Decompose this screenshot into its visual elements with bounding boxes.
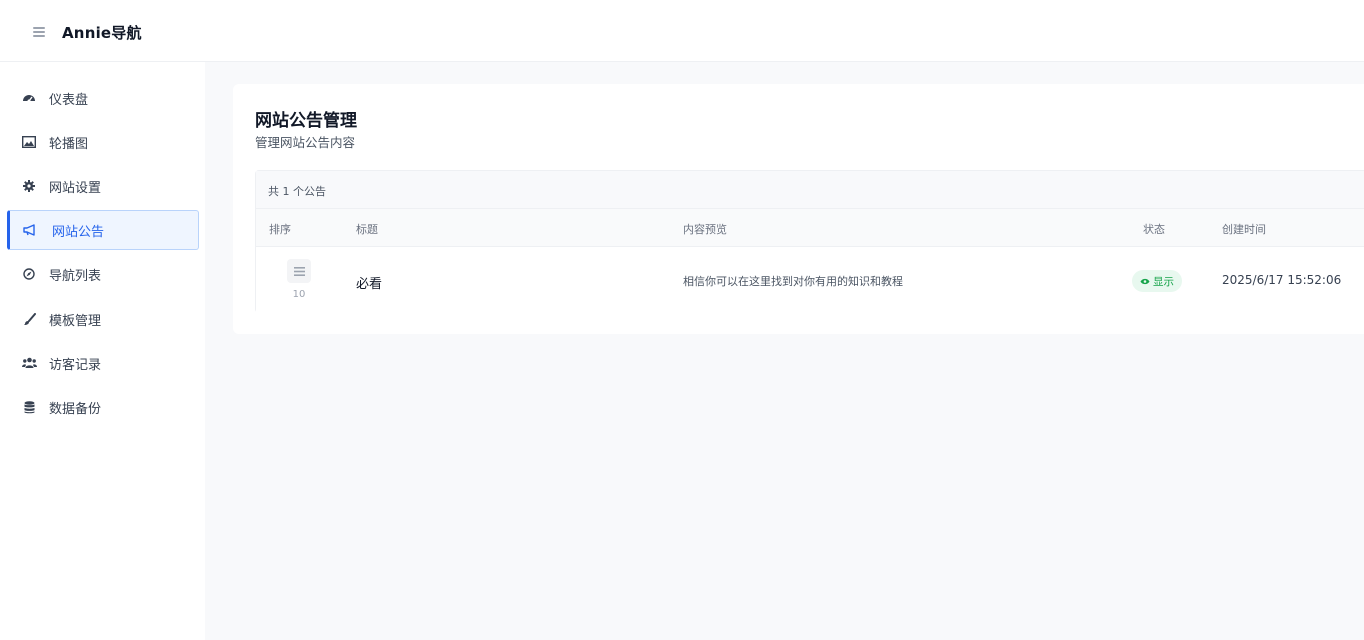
- eye-icon: [1140, 278, 1150, 284]
- sidebar-item-label: 模板管理: [49, 313, 102, 329]
- row-order: 10: [292, 289, 306, 300]
- main-content: 网站公告管理 管理网站公告内容 共 1 个公告 排序 标题 内容预览 状态 创建…: [205, 62, 1364, 640]
- sidebar-item-label: 网站设置: [49, 180, 102, 196]
- image-icon: [21, 134, 37, 150]
- sidebar: 仪表盘 轮播图 网站设置 网站公告 导航列表 模板管理 访客记录 数据备份: [0, 62, 205, 640]
- page-subtitle: 管理网站公告内容: [255, 135, 356, 150]
- row-created-time: 2025/6/17 15:52:06: [1222, 273, 1342, 287]
- sidebar-item-templates[interactable]: 模板管理: [7, 299, 199, 339]
- hamburger-menu-icon[interactable]: [33, 27, 45, 37]
- sidebar-item-label: 轮播图: [49, 136, 89, 152]
- gear-icon: [21, 178, 37, 194]
- page-title: 网站公告管理: [255, 111, 357, 131]
- row-preview: 相信你可以在这里找到对你有用的知识和教程: [683, 275, 903, 288]
- drag-handle-icon[interactable]: [287, 259, 311, 283]
- sidebar-item-label: 网站公告: [52, 224, 105, 240]
- table-header: 排序 标题 内容预览 状态 创建时间: [256, 209, 1364, 247]
- users-icon: [21, 355, 37, 371]
- table-count-bar: 共 1 个公告: [256, 171, 1364, 209]
- sidebar-item-backup[interactable]: 数据备份: [7, 387, 199, 427]
- sidebar-item-announcements[interactable]: 网站公告: [7, 210, 199, 250]
- column-header-preview: 内容预览: [683, 223, 727, 236]
- sidebar-item-carousel[interactable]: 轮播图: [7, 122, 199, 162]
- status-badge[interactable]: 显示: [1132, 270, 1182, 292]
- sidebar-item-site-settings[interactable]: 网站设置: [7, 166, 199, 206]
- announcement-table: 共 1 个公告 排序 标题 内容预览 状态 创建时间 10 必看 相信你可以在这…: [255, 170, 1364, 313]
- sidebar-item-visitors[interactable]: 访客记录: [7, 343, 199, 383]
- column-header-order: 排序: [269, 223, 291, 236]
- announcement-count: 共 1 个公告: [268, 185, 326, 198]
- row-title: 必看: [356, 277, 383, 292]
- dashboard-icon: [21, 90, 37, 106]
- megaphone-icon: [22, 222, 38, 238]
- sidebar-item-label: 仪表盘: [49, 92, 89, 108]
- sidebar-item-dashboard[interactable]: 仪表盘: [7, 78, 199, 118]
- column-header-created: 创建时间: [1222, 223, 1266, 236]
- sidebar-item-label: 访客记录: [49, 357, 102, 373]
- status-label: 显示: [1153, 275, 1174, 288]
- column-header-title: 标题: [356, 223, 378, 236]
- sidebar-item-nav-list[interactable]: 导航列表: [7, 254, 199, 294]
- sidebar-item-label: 数据备份: [49, 401, 102, 417]
- brush-icon: [21, 311, 37, 327]
- table-row[interactable]: 10 必看 相信你可以在这里找到对你有用的知识和教程 显示 2025/6/17 …: [256, 247, 1364, 313]
- compass-icon: [21, 266, 37, 282]
- database-icon: [21, 399, 37, 415]
- announcement-card: 网站公告管理 管理网站公告内容 共 1 个公告 排序 标题 内容预览 状态 创建…: [233, 84, 1364, 334]
- brand-title: Annie导航: [62, 24, 142, 42]
- column-header-status: 状态: [1143, 223, 1165, 236]
- top-bar: Annie导航: [0, 0, 1364, 62]
- sidebar-item-label: 导航列表: [49, 268, 102, 284]
